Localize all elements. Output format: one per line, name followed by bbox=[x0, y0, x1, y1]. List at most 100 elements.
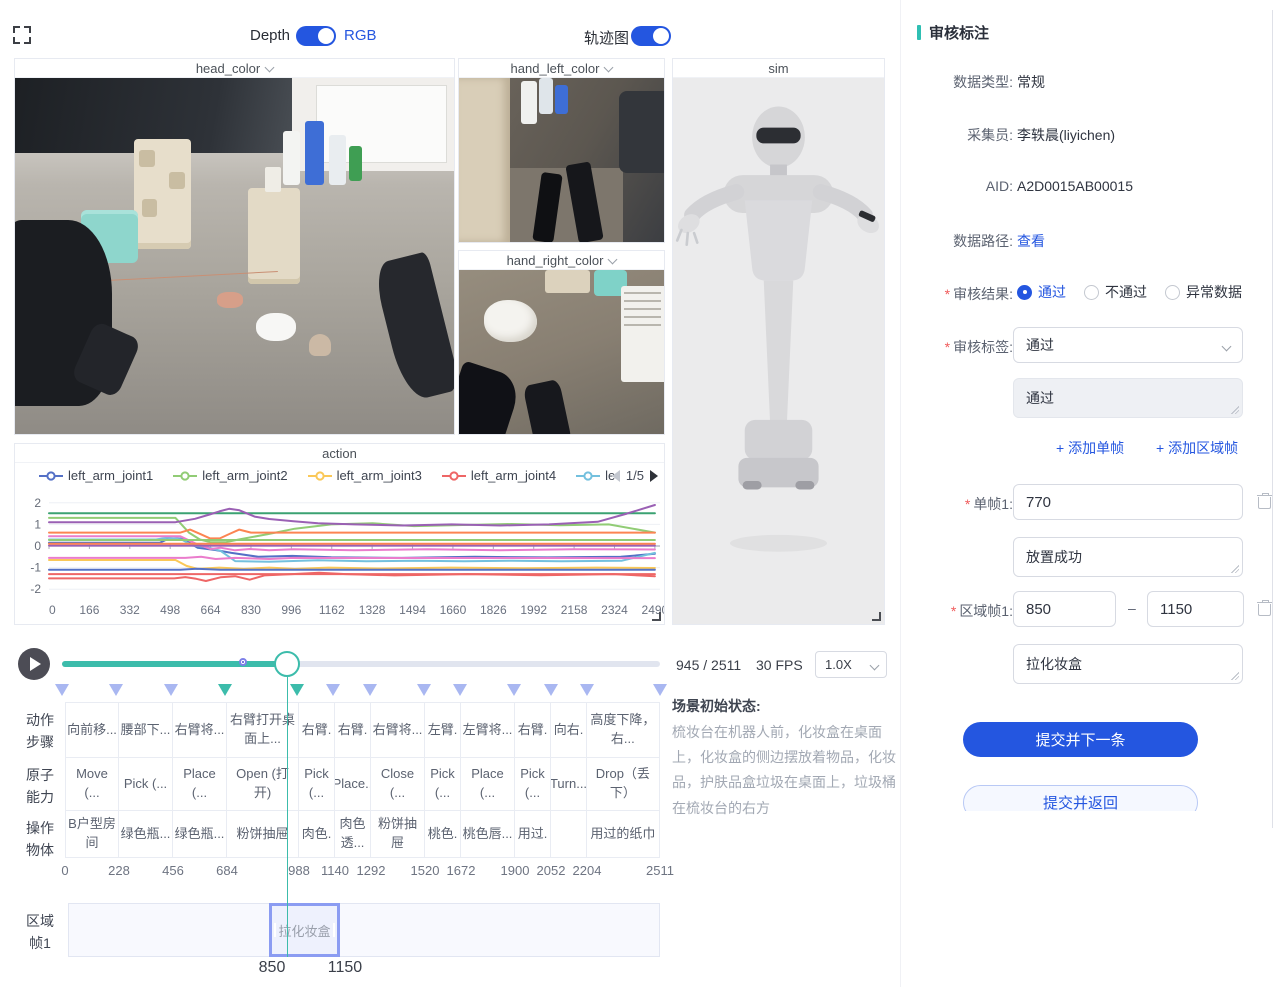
legend-next-icon[interactable] bbox=[650, 470, 658, 482]
delete-single-frame-icon[interactable] bbox=[1257, 493, 1273, 510]
boundary-marker-1900[interactable] bbox=[507, 684, 521, 696]
chevron-down-icon bbox=[870, 662, 878, 670]
chevron-down-icon bbox=[604, 64, 612, 72]
legend-item-label: left_arm_joint3 bbox=[337, 468, 422, 483]
region-end-input[interactable]: 1150 bbox=[1147, 591, 1244, 627]
svg-text:2: 2 bbox=[34, 496, 41, 510]
legend-item-left_arm_joint1[interactable]: left_arm_joint1 bbox=[39, 468, 153, 483]
frame-axis-tick: 1140 bbox=[321, 863, 349, 878]
data-path-view-link[interactable]: 查看 bbox=[1017, 231, 1045, 251]
legend-pager: 1/5 bbox=[612, 463, 658, 488]
row-label-region-frame: 区域帧1 bbox=[20, 911, 60, 954]
hand-right-camera-header[interactable]: hand_right_color bbox=[459, 251, 664, 270]
collector-value: 李轶晨(liyichen) bbox=[1017, 125, 1115, 145]
region-frame-segment[interactable]: 拉化妆盒 bbox=[269, 903, 340, 957]
single-frame-desc-textarea[interactable]: 放置成功 bbox=[1013, 537, 1243, 577]
boundary-marker-1140[interactable] bbox=[326, 684, 340, 696]
aid-label: AID: bbox=[917, 178, 1013, 194]
delete-region-frame-icon[interactable] bbox=[1257, 600, 1273, 617]
depth-rgb-toggle[interactable] bbox=[296, 26, 336, 46]
boundary-marker-1520[interactable] bbox=[417, 684, 431, 696]
review-tag-select[interactable]: 通过 bbox=[1013, 327, 1243, 363]
review-tag-textarea[interactable]: 通过 bbox=[1013, 378, 1243, 418]
rgb-label: RGB bbox=[344, 27, 377, 44]
frame-axis-tick: 2052 bbox=[537, 863, 566, 878]
review-result-radio-group: 通过不通过 异常数据 bbox=[1017, 282, 1242, 302]
boundary-marker-2204[interactable] bbox=[580, 684, 594, 696]
submit-back-button[interactable]: 提交并返回 bbox=[963, 785, 1198, 811]
sim-title: sim bbox=[768, 61, 788, 76]
atomic-ability-cell: Pick (... bbox=[119, 758, 173, 811]
slider-progress bbox=[62, 661, 287, 667]
single-frame-marker-dot[interactable] bbox=[239, 658, 247, 666]
review-result-option-异常数据[interactable]: 异常数据 bbox=[1165, 282, 1242, 302]
action_steps-row: 向前移...腰部下...右臂将...右臂打开桌面上...右臂.右臂.右臂将...… bbox=[65, 702, 660, 758]
svg-text:996: 996 bbox=[281, 603, 301, 617]
resize-handle-icon[interactable] bbox=[652, 612, 661, 621]
action-chart-panel: action left_arm_joint1 left_arm_joint2 lef… bbox=[14, 443, 665, 625]
svg-text:830: 830 bbox=[241, 603, 261, 617]
object-cell: 桃色唇... bbox=[461, 811, 515, 858]
svg-text:1: 1 bbox=[34, 517, 41, 531]
row-label-atomic-abilities: 原子能力 bbox=[20, 765, 60, 808]
svg-text:498: 498 bbox=[160, 603, 180, 617]
boundary-marker-0[interactable] bbox=[55, 684, 69, 696]
scrollbar[interactable] bbox=[1272, 10, 1273, 828]
slider-handle[interactable] bbox=[274, 651, 300, 677]
segment-left-handle[interactable] bbox=[274, 923, 276, 937]
atomic-ability-cell: Turn... bbox=[551, 758, 587, 811]
fullscreen-icon[interactable] bbox=[13, 26, 31, 44]
boundary-marker-988[interactable] bbox=[290, 684, 304, 696]
boundary-marker-456[interactable] bbox=[164, 684, 178, 696]
radio-label: 异常数据 bbox=[1186, 282, 1242, 302]
resize-handle-icon[interactable] bbox=[872, 612, 881, 621]
range-separator: – bbox=[1128, 600, 1136, 616]
single-frame-input[interactable]: 770 bbox=[1013, 484, 1243, 520]
boundary-marker-2052[interactable] bbox=[544, 684, 558, 696]
trajectory-toggle[interactable] bbox=[631, 26, 671, 46]
boundary-marker-1292[interactable] bbox=[363, 684, 377, 696]
action-chart-header: action bbox=[15, 444, 664, 463]
region-frame-desc-textarea[interactable]: 拉化妆盒 bbox=[1013, 644, 1243, 684]
series-right_arm_joint7 bbox=[49, 557, 655, 559]
collector-label: 采集员: bbox=[917, 125, 1013, 145]
segment-right-handle[interactable] bbox=[333, 923, 335, 937]
atomic-ability-cell: Place.. bbox=[335, 758, 371, 811]
legend-item-left_arm_joint3[interactable]: left_arm_joint3 bbox=[308, 468, 422, 483]
submit-next-button[interactable]: 提交并下一条 bbox=[963, 722, 1198, 757]
timeline-slider[interactable] bbox=[62, 661, 660, 667]
legend-prev-icon[interactable] bbox=[612, 470, 620, 482]
head-camera-header[interactable]: head_color bbox=[15, 59, 454, 78]
playback-speed-value: 1.0X bbox=[825, 657, 852, 672]
boundary-marker-228[interactable] bbox=[109, 684, 123, 696]
svg-text:664: 664 bbox=[201, 603, 221, 617]
review-result-option-通过[interactable]: 通过 bbox=[1017, 282, 1066, 302]
legend-item-left_arm_joint2[interactable]: left_arm_joint2 bbox=[173, 468, 287, 483]
frame-axis-tick: 228 bbox=[108, 863, 130, 878]
hand-left-camera-header[interactable]: hand_left_color bbox=[459, 59, 664, 78]
region-start-input[interactable]: 850 bbox=[1013, 591, 1116, 627]
review-result-option-不通过[interactable]: 不通过 bbox=[1084, 282, 1147, 302]
legend-item-le[interactable]: le bbox=[576, 468, 615, 483]
boundary-marker-1672[interactable] bbox=[453, 684, 467, 696]
object-cell: 粉饼抽屉 bbox=[371, 811, 425, 858]
playback-speed-select[interactable]: 1.0X bbox=[815, 651, 887, 678]
action-step-cell: 右臂将... bbox=[371, 702, 425, 758]
review-tag-value: 通过 bbox=[1026, 335, 1054, 355]
atomic-ability-cell: Place (... bbox=[461, 758, 515, 811]
sim-viewport[interactable] bbox=[673, 78, 884, 624]
object-cell: 用过的纸巾 bbox=[587, 811, 660, 858]
hand-right-camera-panel: hand_right_color bbox=[458, 250, 665, 435]
boundary-marker-684[interactable] bbox=[218, 684, 232, 696]
legend-item-left_arm_joint4[interactable]: left_arm_joint4 bbox=[442, 468, 556, 483]
boundary-marker-2511[interactable] bbox=[653, 684, 667, 696]
add-region-frame-link[interactable]: + 添加区域帧 bbox=[1156, 438, 1238, 458]
add-single-frame-link[interactable]: + 添加单帧 bbox=[1056, 438, 1124, 458]
action-step-cell: 右臂. bbox=[299, 702, 335, 758]
play-button[interactable] bbox=[18, 648, 50, 680]
action-step-cell: 向右. bbox=[551, 702, 587, 758]
hand-left-camera-title: hand_left_color bbox=[511, 61, 600, 76]
object-cell: 粉饼抽屉 bbox=[227, 811, 299, 858]
review-panel: 审核标注 数据类型: 常规 采集员: 李轶晨(liyichen) AID: A2… bbox=[900, 0, 1280, 987]
svg-text:1328: 1328 bbox=[359, 603, 386, 617]
